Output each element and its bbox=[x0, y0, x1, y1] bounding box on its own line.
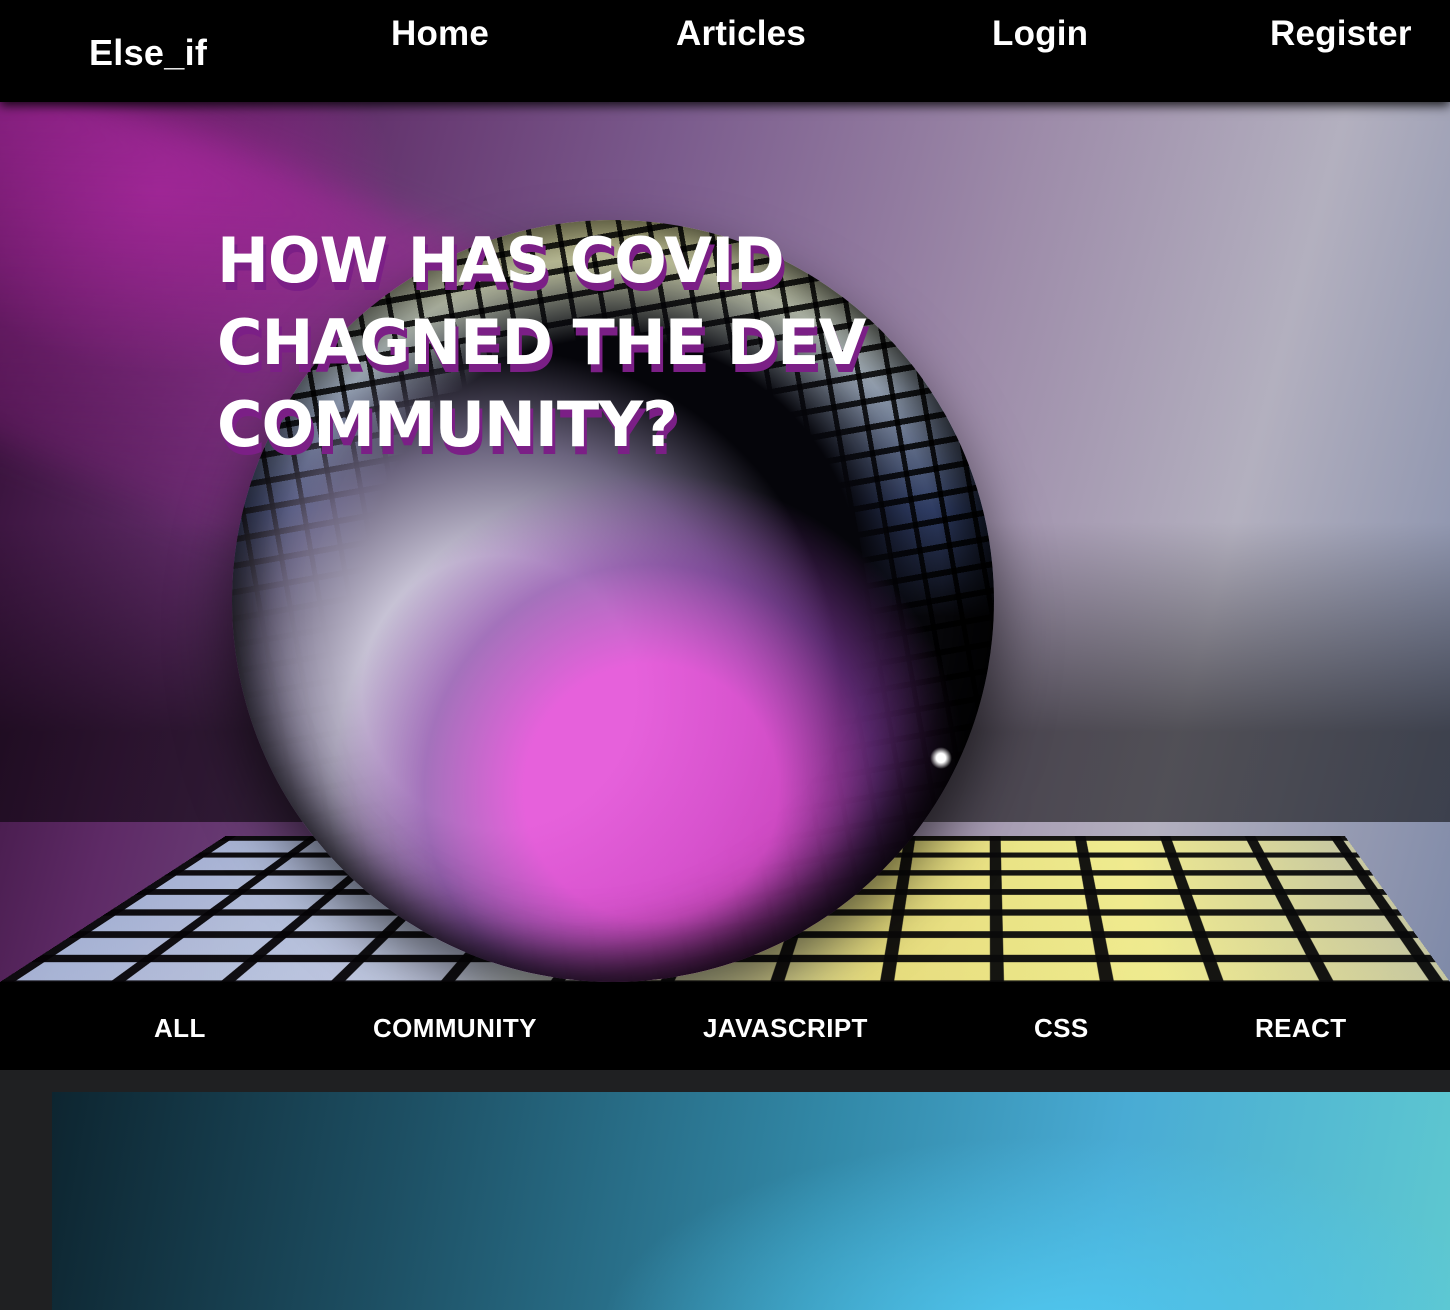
article-card-image[interactable] bbox=[52, 1092, 1450, 1310]
category-filter-bar: ALL COMMUNITY JAVASCRIPT CSS REACT bbox=[0, 982, 1450, 1070]
hero-sphere-glint bbox=[930, 747, 952, 769]
nav-login-link[interactable]: Login bbox=[992, 14, 1088, 54]
category-community[interactable]: COMMUNITY bbox=[373, 1013, 537, 1044]
top-navigation: Else_if Home Articles Login Register bbox=[0, 0, 1450, 102]
hero-title: HOW HAS COVID CHAGNED THE DEV COMMUNITY? bbox=[217, 224, 866, 461]
nav-home-link[interactable]: Home bbox=[391, 14, 489, 54]
article-list bbox=[0, 1070, 1450, 1310]
nav-articles-link[interactable]: Articles bbox=[676, 14, 806, 54]
brand-logo[interactable]: Else_if bbox=[89, 32, 207, 74]
hero-banner: HOW HAS COVID CHAGNED THE DEV COMMUNITY? bbox=[0, 102, 1450, 982]
category-all[interactable]: ALL bbox=[154, 1013, 206, 1044]
category-css[interactable]: CSS bbox=[1034, 1013, 1089, 1044]
category-javascript[interactable]: JAVASCRIPT bbox=[703, 1013, 868, 1044]
nav-register-link[interactable]: Register bbox=[1270, 14, 1412, 54]
category-react[interactable]: REACT bbox=[1255, 1013, 1347, 1044]
